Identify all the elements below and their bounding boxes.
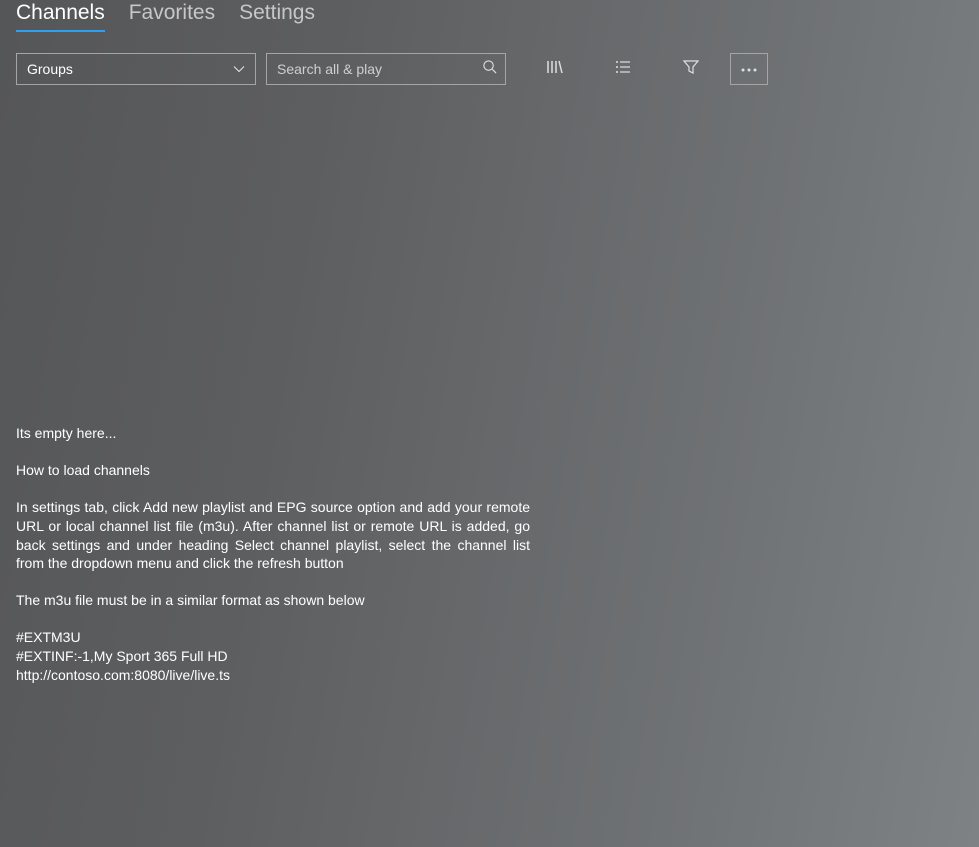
tab-favorites[interactable]: Favorites — [129, 0, 215, 30]
list-icon — [615, 60, 631, 79]
more-icon — [740, 60, 758, 78]
more-button[interactable] — [730, 53, 768, 85]
filter-icon — [683, 59, 699, 80]
library-icon — [546, 59, 564, 80]
howto-heading: How to load channels — [16, 461, 530, 480]
howto-instructions: In settings tab, click Add new playlist … — [16, 498, 530, 574]
library-view-button[interactable] — [536, 53, 574, 85]
search-input[interactable] — [277, 61, 482, 77]
example-line: #EXTINF:-1,My Sport 365 Full HD — [16, 647, 530, 666]
tab-bar: Channels Favorites Settings — [0, 0, 979, 36]
toolbar: Groups — [0, 36, 979, 92]
chevron-down-icon — [233, 63, 245, 75]
empty-title: Its empty here... — [16, 424, 530, 443]
groups-dropdown[interactable]: Groups — [16, 53, 256, 85]
tab-settings[interactable]: Settings — [239, 0, 315, 30]
list-view-button[interactable] — [604, 53, 642, 85]
search-icon[interactable] — [482, 59, 497, 79]
filter-button[interactable] — [672, 53, 710, 85]
example-line: #EXTM3U — [16, 628, 530, 647]
example-m3u: #EXTM3U #EXTINF:-1,My Sport 365 Full HD … — [16, 628, 530, 685]
example-line: http://contoso.com:8080/live/live.ts — [16, 666, 530, 685]
dropdown-selected-label: Groups — [27, 61, 73, 77]
tab-channels[interactable]: Channels — [16, 0, 105, 32]
format-note: The m3u file must be in a similar format… — [16, 591, 530, 610]
empty-state: Its empty here... How to load channels I… — [0, 92, 530, 685]
search-box[interactable] — [266, 53, 506, 85]
